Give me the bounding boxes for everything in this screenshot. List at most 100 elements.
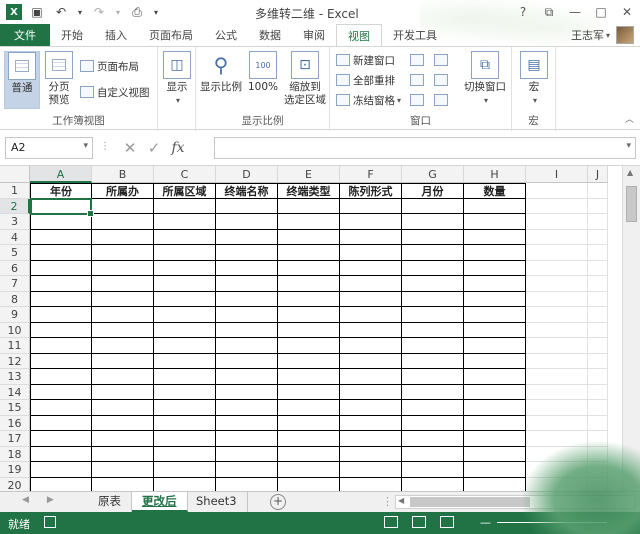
row-header-14[interactable]: 14 — [0, 384, 30, 400]
cell-f10[interactable] — [340, 322, 402, 338]
cell-b8[interactable] — [92, 291, 154, 307]
cell-a18[interactable] — [30, 446, 92, 462]
cell-e20[interactable] — [278, 477, 340, 491]
cell-c8[interactable] — [154, 291, 216, 307]
cell-d15[interactable] — [216, 400, 278, 416]
header-cell[interactable]: 数量 — [464, 183, 526, 199]
cell-d17[interactable] — [216, 431, 278, 447]
cell-a15[interactable] — [30, 400, 92, 416]
switch-windows-button[interactable]: ⧉ 切换窗口 ▾ — [460, 51, 510, 107]
cell-j4[interactable] — [588, 229, 608, 245]
cell-j7[interactable] — [588, 276, 608, 292]
cell-i14[interactable] — [526, 384, 588, 400]
normal-view-button[interactable]: 普通 — [4, 51, 40, 109]
cell-a19[interactable] — [30, 462, 92, 478]
cell-i11[interactable] — [526, 338, 588, 354]
reset-window-position-button[interactable] — [434, 91, 451, 109]
cell-h12[interactable] — [464, 353, 526, 369]
cell-e4[interactable] — [278, 229, 340, 245]
cell-a12[interactable] — [30, 353, 92, 369]
hide-button[interactable] — [410, 71, 427, 89]
cell-b17[interactable] — [92, 431, 154, 447]
column-header-a[interactable]: A — [30, 166, 92, 183]
row-header-12[interactable]: 12 — [0, 353, 30, 369]
column-header-b[interactable]: B — [92, 166, 154, 183]
cell-a6[interactable] — [30, 260, 92, 276]
cell-j15[interactable] — [588, 400, 608, 416]
cell-e8[interactable] — [278, 291, 340, 307]
page-break-preview-button[interactable]: 分页 预览 — [42, 51, 76, 107]
cell-d18[interactable] — [216, 446, 278, 462]
cell-j17[interactable] — [588, 431, 608, 447]
worksheet-grid[interactable]: A B C D E F G H I J 1 年份 所属办 所属区域 终端名称 终端类型 陈列形式 月份 数量 2 3 4 5… — [0, 165, 640, 491]
horizontal-scrollbar[interactable]: ◀ — [395, 495, 635, 509]
cancel-icon[interactable]: ✕ — [118, 139, 142, 157]
cell-d10[interactable] — [216, 322, 278, 338]
tab-insert[interactable]: 插入 — [94, 24, 138, 46]
cell-f3[interactable] — [340, 214, 402, 230]
split-button[interactable] — [410, 51, 427, 69]
formula-bar-grip-icon[interactable]: ⋮ — [100, 141, 110, 152]
row-header-7[interactable]: 7 — [0, 276, 30, 292]
cell-f13[interactable] — [340, 369, 402, 385]
arrange-all-button[interactable]: 全部重排 — [336, 71, 395, 89]
cell-b15[interactable] — [92, 400, 154, 416]
cell-d5[interactable] — [216, 245, 278, 261]
cell-c4[interactable] — [154, 229, 216, 245]
customize-qat-icon[interactable]: ▾ — [152, 3, 160, 21]
cell-h18[interactable] — [464, 446, 526, 462]
cell-g11[interactable] — [402, 338, 464, 354]
cell-c17[interactable] — [154, 431, 216, 447]
column-header-j[interactable]: J — [588, 166, 608, 183]
cell-e3[interactable] — [278, 214, 340, 230]
tab-formulas[interactable]: 公式 — [204, 24, 248, 46]
sheet-tab-sheet3[interactable]: Sheet3 — [186, 492, 248, 512]
cell-e9[interactable] — [278, 307, 340, 323]
cell-j10[interactable] — [588, 322, 608, 338]
cell-c15[interactable] — [154, 400, 216, 416]
cell-d13[interactable] — [216, 369, 278, 385]
header-cell[interactable]: 所属办 — [92, 183, 154, 199]
cell-f12[interactable] — [340, 353, 402, 369]
cell-g17[interactable] — [402, 431, 464, 447]
cell-d6[interactable] — [216, 260, 278, 276]
cell-c14[interactable] — [154, 384, 216, 400]
excel-logo-icon[interactable]: X — [6, 4, 22, 20]
cell-e7[interactable] — [278, 276, 340, 292]
column-header-g[interactable]: G — [402, 166, 464, 183]
row-header-2[interactable]: 2 — [0, 198, 30, 214]
cell-f19[interactable] — [340, 462, 402, 478]
cell-c7[interactable] — [154, 276, 216, 292]
cell-h10[interactable] — [464, 322, 526, 338]
name-box-dropdown-icon[interactable]: ▾ — [83, 141, 88, 151]
cell-j12[interactable] — [588, 353, 608, 369]
row-header-11[interactable]: 11 — [0, 338, 30, 354]
cell-b12[interactable] — [92, 353, 154, 369]
cell-h3[interactable] — [464, 214, 526, 230]
page-break-view-icon[interactable] — [440, 516, 454, 528]
cell-h13[interactable] — [464, 369, 526, 385]
cell-b2[interactable] — [92, 198, 154, 214]
cell-c12[interactable] — [154, 353, 216, 369]
formula-input[interactable]: ▾ — [214, 137, 636, 159]
cell-g2[interactable] — [402, 198, 464, 214]
row-header-6[interactable]: 6 — [0, 260, 30, 276]
cell-g13[interactable] — [402, 369, 464, 385]
save-icon[interactable]: ▣ — [28, 3, 46, 21]
vertical-scrollbar[interactable]: ▲ — [622, 166, 640, 491]
cell-e16[interactable] — [278, 415, 340, 431]
cell-g8[interactable] — [402, 291, 464, 307]
help-button[interactable]: ? — [510, 0, 536, 24]
next-sheet-icon[interactable]: ▶ — [47, 495, 54, 505]
cell-c6[interactable] — [154, 260, 216, 276]
cell-f5[interactable] — [340, 245, 402, 261]
cell-e12[interactable] — [278, 353, 340, 369]
cell-j18[interactable] — [588, 446, 608, 462]
cell-b10[interactable] — [92, 322, 154, 338]
macro-record-icon[interactable] — [44, 516, 56, 528]
macros-button[interactable]: ▤ 宏 ▾ — [518, 51, 550, 107]
cell-e14[interactable] — [278, 384, 340, 400]
cell-f11[interactable] — [340, 338, 402, 354]
tab-file[interactable]: 文件 — [0, 24, 50, 46]
cell-c20[interactable] — [154, 477, 216, 491]
